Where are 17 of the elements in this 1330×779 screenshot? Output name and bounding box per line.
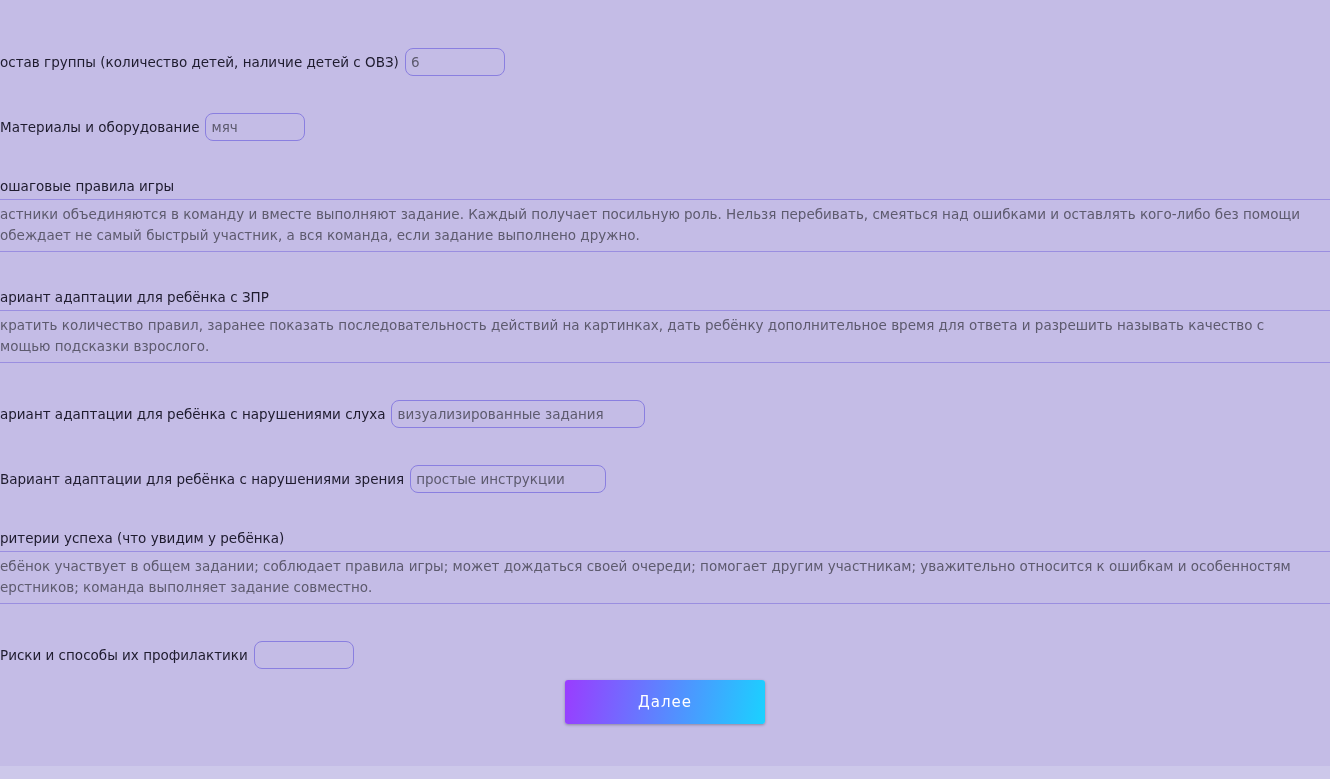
text-area[interactable]: астники объединяются в команду и вместе выполняют задание. Каждый получает посильную роль. Нельзя перебивать, смеяться над ошибками и оставлять кого-либо без помощи обеждает не самый быстрый участник, а вся команда, если задание выполнено дружно. [0,199,1330,252]
field-label: остав группы (количество детей, наличие детей с ОВЗ) [0,54,399,70]
input-field[interactable]: 6 [404,48,505,76]
field-label: ритерии успеха (что увидим у ребёнка) [0,530,286,546]
field-label: Материалы и оборудование [0,119,200,135]
input-field[interactable]: визуализированные задания [391,400,645,428]
input-field[interactable]: простые инструкции [410,465,606,493]
field-label: ариант адаптации для ребёнка с ЗПР [0,289,270,305]
input-field[interactable]: мяч [205,113,306,141]
text-area[interactable]: кратить количество правил, заранее показать последовательность действий на картинках, дать ребёнку дополнительное время для ответа и разрешить называть качество с мощью подсказки взрослого. [0,310,1330,363]
field-label: Риски и способы их профилактики [0,647,248,663]
next-button[interactable]: Далее [565,680,765,724]
field-label: ошаговые правила игры [0,178,176,194]
field-label: ариант адаптации для ребёнка с нарушениями слуха [0,406,386,422]
input-field[interactable] [253,641,354,669]
text-area[interactable]: ебёнок участвует в общем задании; соблюдает правила игры; может дождаться своей очереди; помогает другим участникам; уважительно относится к ошибкам и особенностям ерстников; команда выполняет задание совместно. [0,551,1330,604]
field-label: Вариант адаптации для ребёнка с нарушениями зрения [0,471,405,487]
